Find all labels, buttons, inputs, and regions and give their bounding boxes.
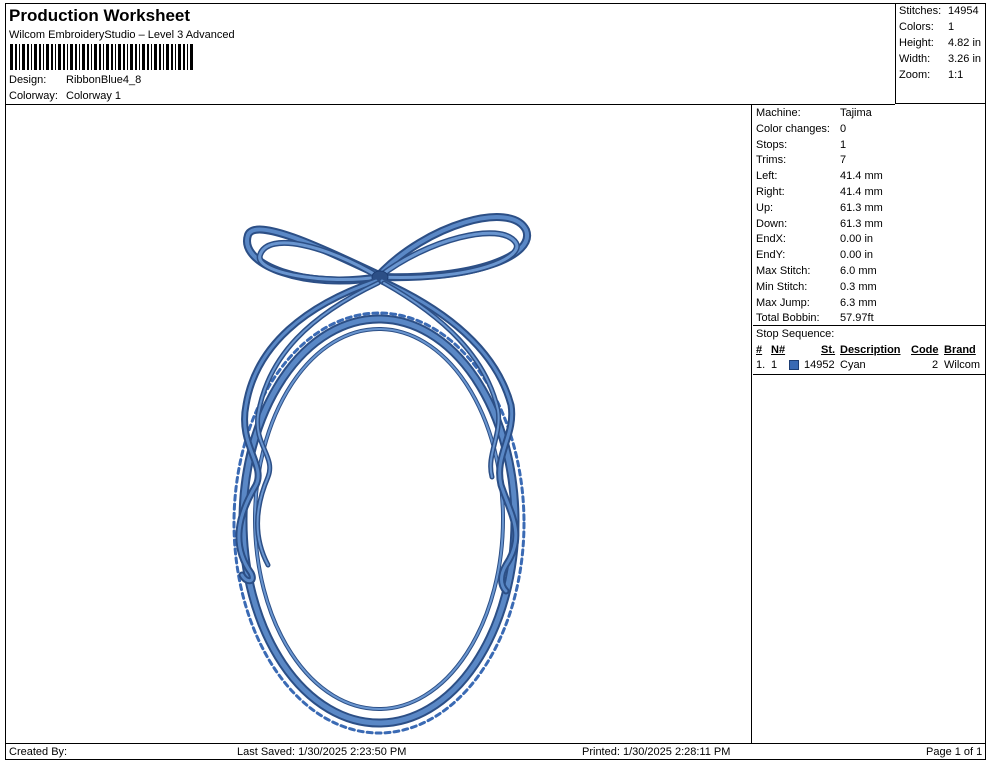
col-brand: Brand	[944, 344, 976, 356]
colorway-label: Colorway:	[9, 90, 58, 102]
design-value: RibbonBlue4_8	[66, 74, 142, 86]
property-value: 1	[840, 138, 847, 151]
design-preview-canvas[interactable]	[6, 105, 752, 743]
scalloped-lace-edge	[232, 311, 526, 735]
property-row: Total Bobbin: 57.97ft	[756, 312, 874, 327]
property-value: 0	[840, 122, 847, 135]
colorway-row: Colorway: Colorway 1	[9, 90, 121, 102]
property-row: Up: 61.3 mm	[756, 202, 883, 217]
barcode	[10, 44, 193, 70]
property-row: Max Jump: 6.3 mm	[756, 297, 877, 312]
property-row: Right: 41.4 mm	[756, 186, 883, 201]
col-code: Code	[911, 344, 939, 356]
ribbon-design-preview	[232, 213, 532, 735]
property-label: Left:	[756, 170, 778, 183]
page-title: Production Worksheet	[9, 6, 191, 25]
worksheet-footer: Created By: Last Saved: 1/30/2025 2:23:5…	[6, 743, 985, 760]
page-number: Page 1 of 1	[926, 746, 983, 758]
printed-date: Printed: 1/30/2025 2:28:11 PM	[582, 746, 731, 758]
property-value: 41.4 mm	[840, 170, 883, 183]
row-index: 1.	[756, 359, 766, 371]
thread-color-swatch	[789, 360, 799, 370]
property-label: Trims:	[756, 154, 787, 167]
property-row: EndY: 0.00 in	[756, 249, 873, 264]
property-label: Right:	[756, 186, 785, 198]
bow-left-loop-outer	[243, 225, 383, 285]
properties-panel: Stop Sequence: # N# St. Description Code…	[753, 105, 985, 743]
row-brand: Wilcom	[944, 359, 981, 371]
table-row[interactable]: 1. 1 14952 Cyan 2 Wilcom	[753, 358, 985, 374]
row-stitches: 14952	[804, 359, 835, 371]
worksheet-frame: Production Worksheet Wilcom EmbroiderySt…	[5, 3, 986, 760]
stat-height: Height: 4.82 in	[899, 37, 982, 49]
design-stats: Stitches: 14954 Colors: 1 Height: 4.82 in W…	[895, 4, 985, 104]
property-label: EndX:	[756, 233, 786, 246]
property-label: Color changes:	[756, 122, 830, 135]
stop-sequence-title: Stop Sequence:	[753, 325, 985, 342]
property-label: Max Jump:	[756, 296, 810, 309]
property-label: Machine:	[756, 107, 801, 119]
row-description: Cyan	[840, 359, 866, 371]
col-description: Description	[840, 344, 901, 356]
property-value: Tajima	[840, 107, 872, 119]
row-needle: 1	[771, 359, 778, 371]
colorway-value: Colorway 1	[66, 90, 122, 102]
property-label: Max Stitch:	[756, 265, 811, 277]
stat-stitches: Stitches: 14954	[899, 5, 979, 17]
last-saved: Last Saved: 1/30/2025 2:23:50 PM	[237, 746, 407, 758]
stat-colors: Colors: 1	[899, 21, 955, 33]
property-value: 61.3 mm	[840, 201, 883, 214]
col-index: #	[756, 344, 763, 356]
property-value: 57.97ft	[840, 312, 874, 325]
row-code: 2	[932, 359, 939, 371]
stop-sequence-table: # N# St. Description Code Brand 1. 1 149…	[753, 342, 985, 375]
stat-width: Width: 3.26 in	[899, 53, 982, 65]
software-name: Wilcom EmbroideryStudio – Level 3 Advanc…	[9, 29, 235, 41]
property-row: EndX: 0.00 in	[756, 233, 873, 248]
property-label: Up:	[756, 201, 774, 214]
stat-zoom: Zoom: 1:1	[899, 69, 964, 81]
property-value: 6.3 mm	[840, 296, 877, 309]
property-value: 61.3 mm	[840, 217, 883, 230]
property-row: Max Stitch: 6.0 mm	[756, 265, 877, 280]
property-value: 6.0 mm	[840, 265, 877, 277]
created-by: Created By:	[9, 746, 68, 758]
property-label: EndY:	[756, 249, 786, 262]
design-label: Design:	[9, 74, 47, 86]
property-row: Trims: 7	[756, 154, 846, 169]
property-value: 0.3 mm	[840, 280, 877, 293]
property-value: 0.00 in	[840, 249, 874, 262]
property-row: Left: 41.4 mm	[756, 170, 883, 185]
property-value: 0.00 in	[840, 233, 874, 246]
stop-sequence-header: # N# St. Description Code Brand	[753, 342, 985, 358]
property-label: Down:	[756, 217, 788, 230]
property-row: Down: 61.3 mm	[756, 218, 883, 233]
property-row: Min Stitch: 0.3 mm	[756, 281, 877, 296]
design-row: Design: RibbonBlue4_8	[9, 74, 141, 86]
worksheet-header: Production Worksheet Wilcom EmbroiderySt…	[6, 4, 895, 104]
property-label: Stops:	[756, 138, 788, 151]
property-value: 41.4 mm	[840, 186, 883, 198]
frame-inner-ring	[253, 327, 505, 711]
property-label: Min Stitch:	[756, 280, 808, 293]
property-row: Color changes: 0	[756, 123, 846, 138]
property-row: Machine: Tajima	[756, 107, 872, 122]
property-label: Total Bobbin:	[756, 312, 820, 325]
col-stitches: St.	[821, 344, 836, 356]
col-needle: N#	[771, 344, 786, 356]
property-value: 7	[840, 154, 847, 167]
property-row: Stops: 1	[756, 139, 846, 154]
frame-outer-highlight	[240, 316, 518, 726]
